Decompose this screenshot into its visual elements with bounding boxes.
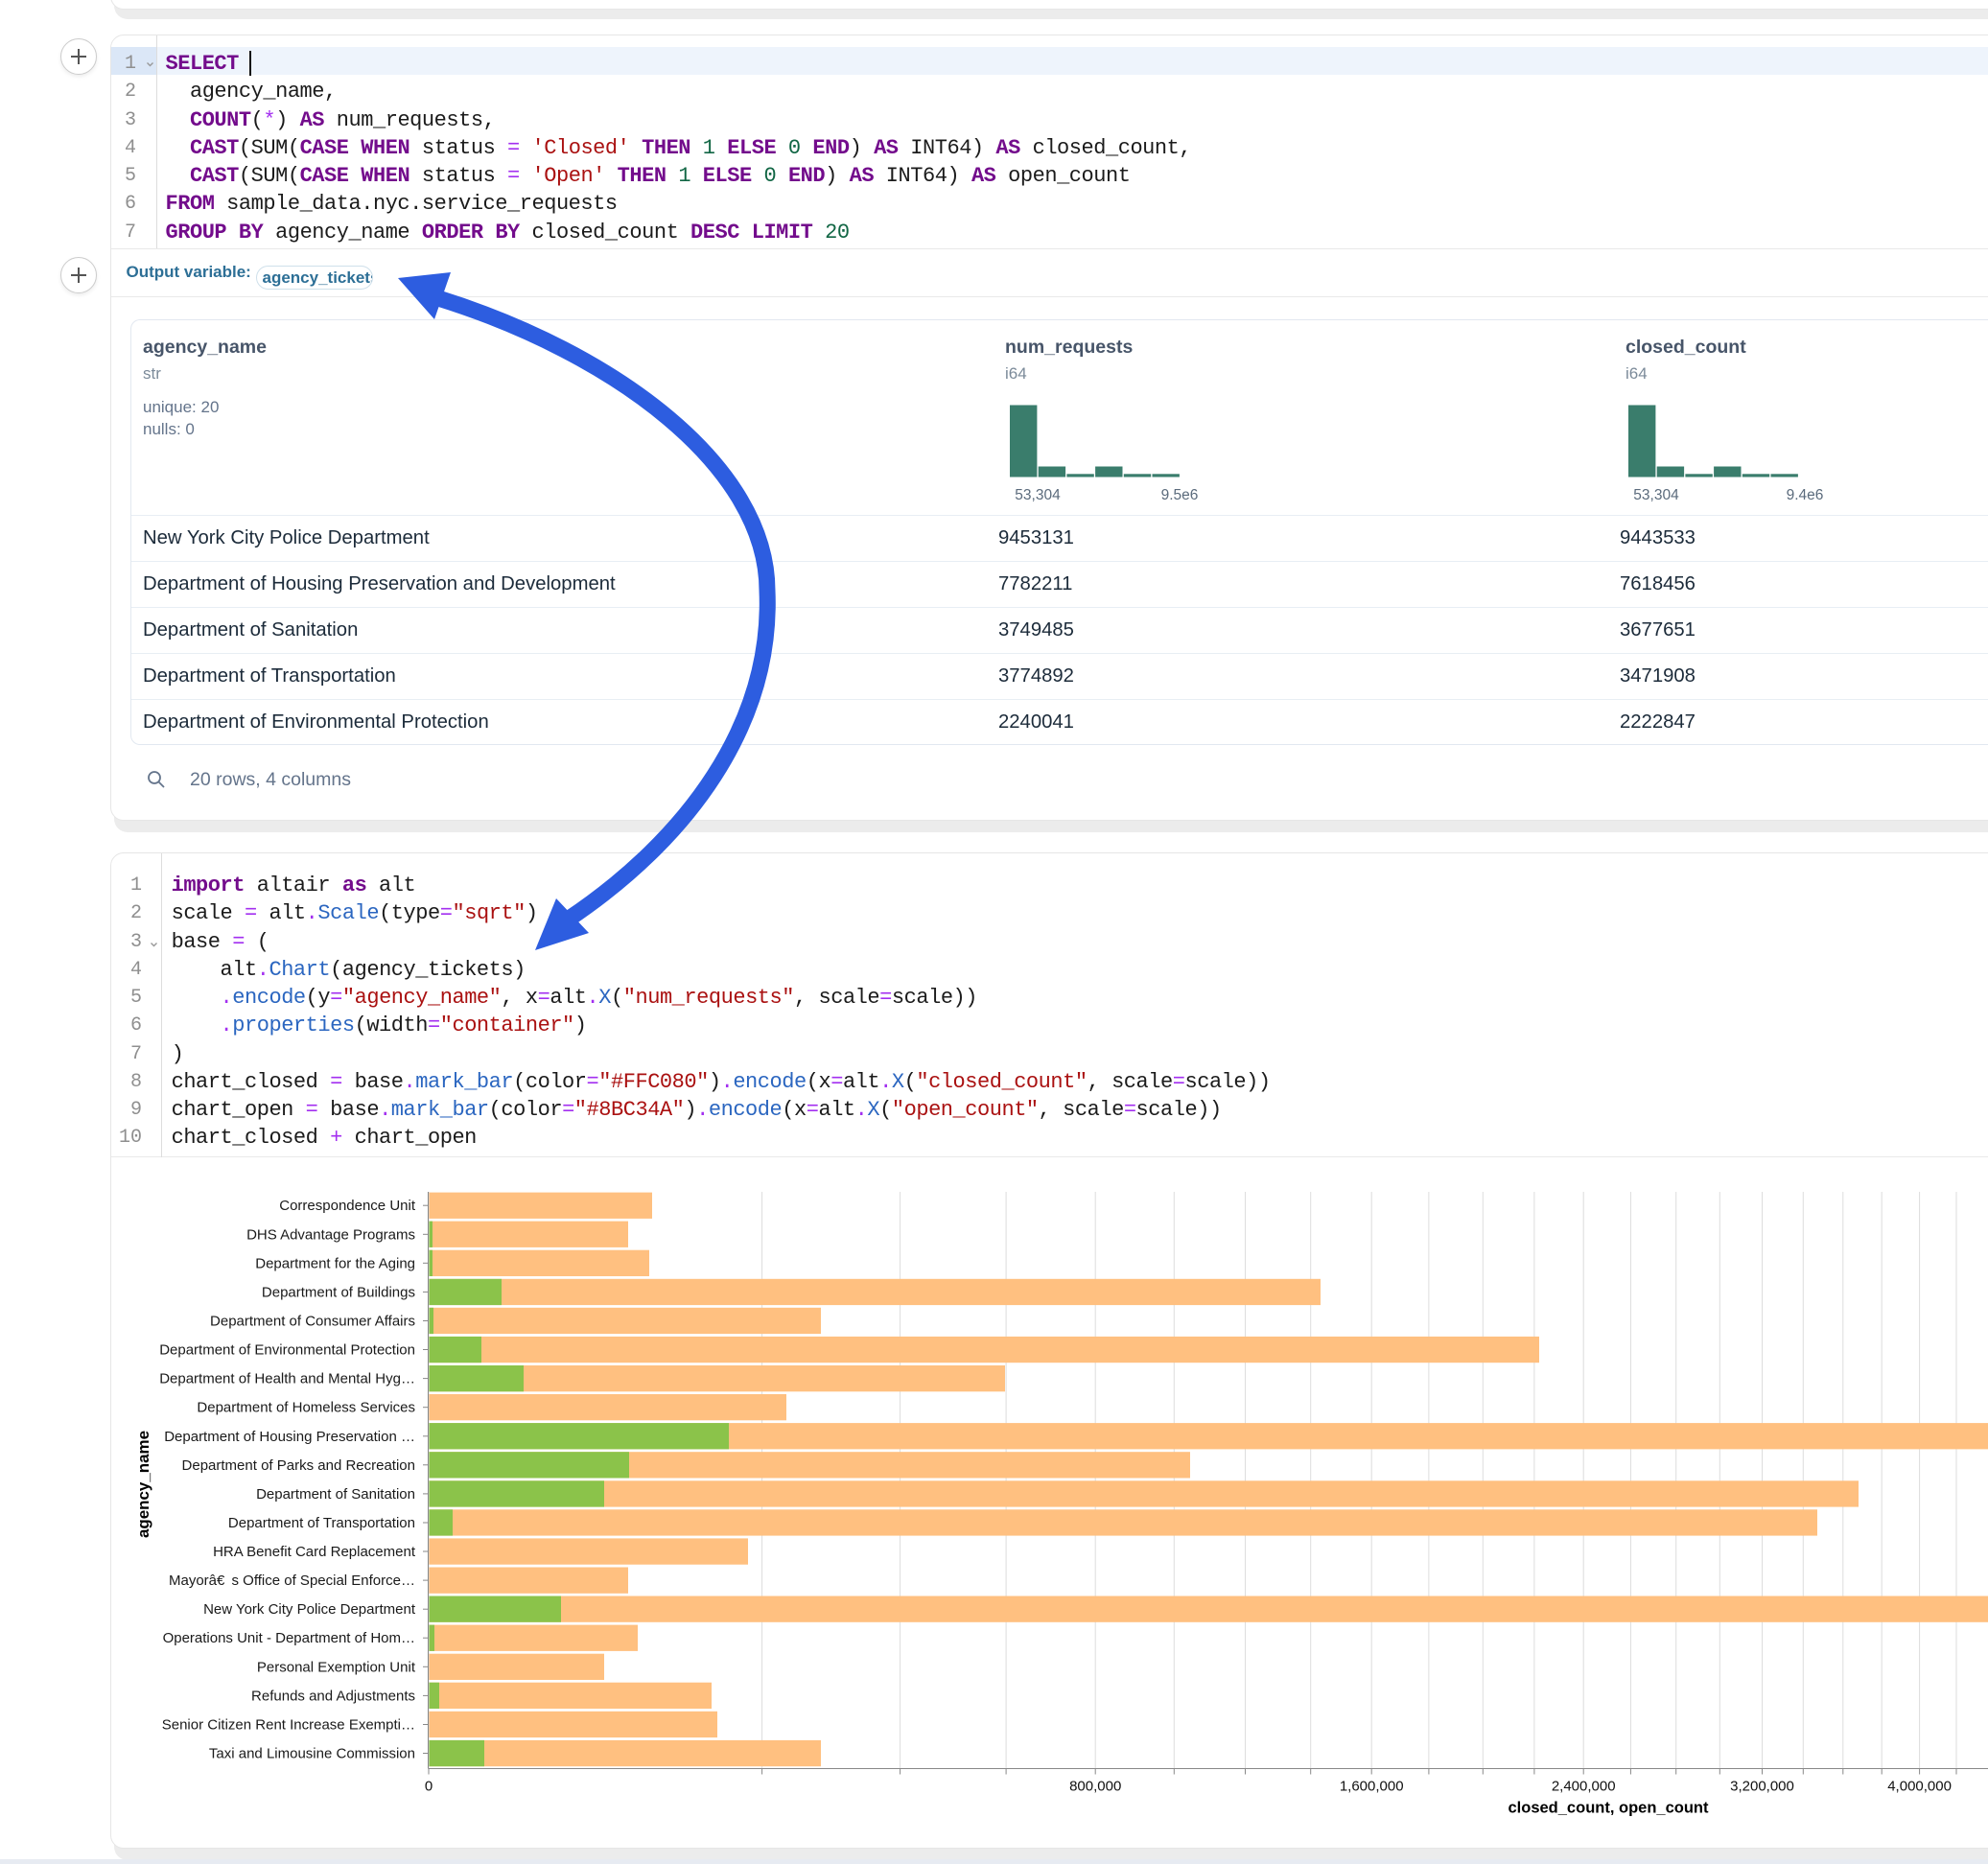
svg-text:4,000,000: 4,000,000 bbox=[1887, 1779, 1952, 1795]
svg-text:Department of Homeless Service: Department of Homeless Services bbox=[197, 1400, 415, 1416]
svg-text:Department of Transportation: Department of Transportation bbox=[228, 1515, 415, 1531]
svg-text:New York City Police Departmen: New York City Police Department bbox=[203, 1601, 416, 1618]
svg-text:Department of Environmental Pr: Department of Environmental Protection bbox=[159, 1342, 415, 1359]
svg-text:Correspondence Unit: Correspondence Unit bbox=[279, 1198, 416, 1214]
svg-text:closed_count, open_count: closed_count, open_count bbox=[1508, 1800, 1709, 1817]
svg-text:1,600,000: 1,600,000 bbox=[1340, 1779, 1404, 1795]
svg-text:Taxi and Limousine Commission: Taxi and Limousine Commission bbox=[209, 1746, 415, 1762]
svg-text:Department of Consumer Affairs: Department of Consumer Affairs bbox=[210, 1314, 415, 1330]
svg-text:800,000: 800,000 bbox=[1069, 1779, 1121, 1795]
svg-text:3,200,000: 3,200,000 bbox=[1730, 1779, 1794, 1795]
svg-text:Personal Exemption Unit: Personal Exemption Unit bbox=[257, 1659, 416, 1675]
svg-text:Operations Unit - Department o: Operations Unit - Department of Hom… bbox=[163, 1630, 415, 1646]
svg-text:2,400,000: 2,400,000 bbox=[1552, 1779, 1616, 1795]
svg-text:DHS Advantage Programs: DHS Advantage Programs bbox=[246, 1226, 415, 1243]
svg-text:Department of Sanitation: Department of Sanitation bbox=[256, 1486, 415, 1503]
svg-text:Senior Citizen Rent Increase E: Senior Citizen Rent Increase Exempti… bbox=[162, 1717, 415, 1734]
svg-text:Refunds and Adjustments: Refunds and Adjustments bbox=[251, 1688, 415, 1704]
svg-text:Department for the Aging: Department for the Aging bbox=[255, 1255, 415, 1271]
svg-text:Department of Buildings: Department of Buildings bbox=[262, 1284, 415, 1300]
svg-text:Mayorâ€ s Office of Special E: Mayorâ€ s Office of Special Enforce… bbox=[169, 1573, 415, 1589]
svg-text:Department of Health and Menta: Department of Health and Mental Hyg… bbox=[159, 1371, 415, 1387]
svg-text:HRA Benefit Card Replacement: HRA Benefit Card Replacement bbox=[213, 1544, 416, 1560]
svg-text:agency_name: agency_name bbox=[134, 1431, 152, 1538]
svg-text:0: 0 bbox=[425, 1779, 433, 1795]
svg-text:Department of Housing Preserva: Department of Housing Preservation … bbox=[164, 1429, 415, 1445]
svg-text:Department of Parks and Recrea: Department of Parks and Recreation bbox=[182, 1457, 415, 1474]
